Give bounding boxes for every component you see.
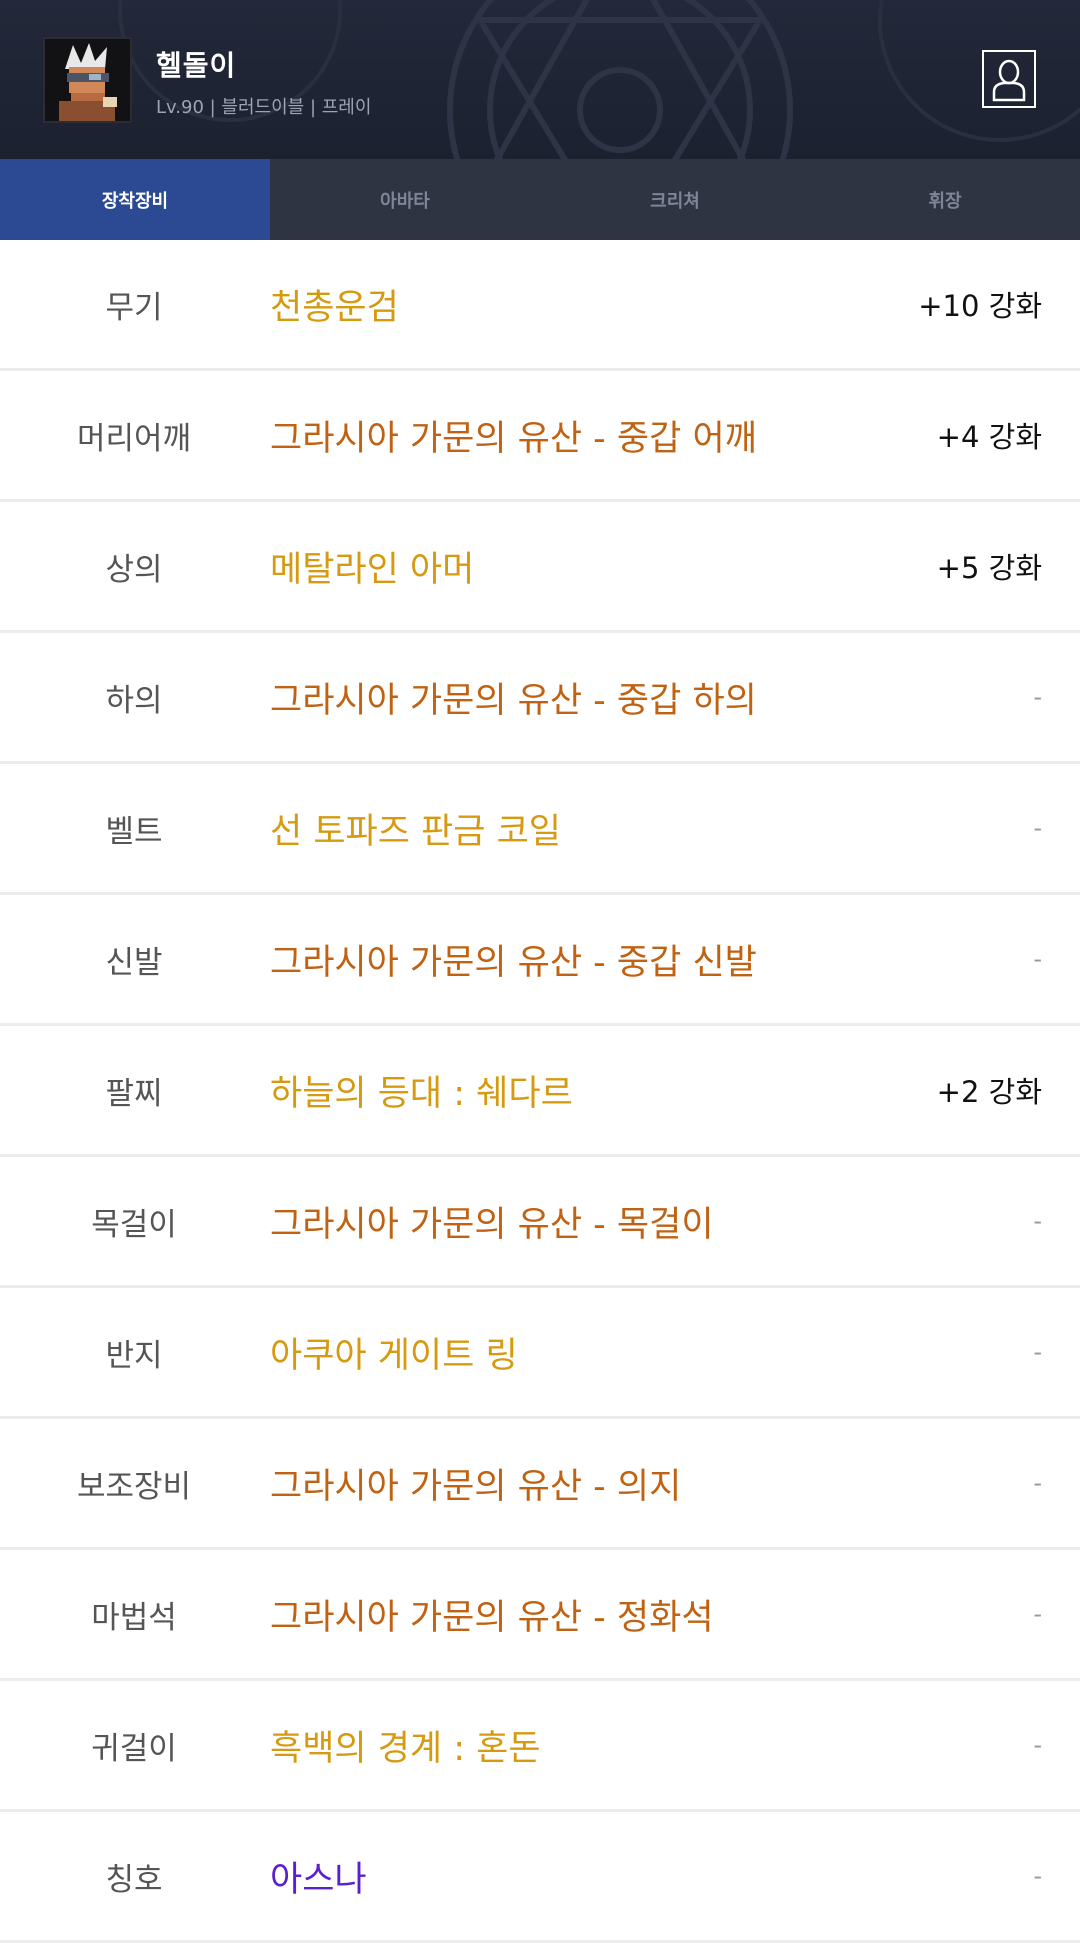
- equipment-item-name[interactable]: 흑백의 경계 : 혼돈: [270, 1681, 541, 1809]
- equipment-row: 반지 아쿠아 게이트 링 -: [0, 1288, 1080, 1419]
- equipment-enhance-level: -: [1033, 1862, 1042, 1890]
- equipment-slot-label: 벨트: [105, 813, 163, 850]
- equipment-slot-label: 마법석: [91, 1599, 177, 1636]
- equipment-enhance-level: +5 강화: [936, 551, 1042, 585]
- equipment-enhance-level: +2 강화: [936, 1075, 1042, 1109]
- equipment-slot-label: 칭호: [105, 1861, 163, 1898]
- equipment-row: 하의 그라시아 가문의 유산 - 중갑 하의 -: [0, 633, 1080, 764]
- equipment-list: 무기 천총운검 +10 강화머리어깨 그라시아 가문의 유산 - 중갑 어깨 +4 강화…: [0, 240, 1080, 1943]
- equipment-slot-label: 목걸이: [91, 1206, 177, 1243]
- equipment-enhance-level: -: [1033, 1731, 1042, 1759]
- equipment-row: 팔찌 하늘의 등대 : 쉐다르 +2 강화: [0, 1026, 1080, 1157]
- equipment-slot-label: 신발: [105, 944, 163, 981]
- equipment-slot-label: 머리어깨: [76, 420, 192, 457]
- tab-creature[interactable]: 크리쳐: [540, 159, 810, 240]
- equipment-row: 보조장비 그라시아 가문의 유산 - 의지 -: [0, 1419, 1080, 1550]
- equipment-enhance-level: -: [1033, 1469, 1042, 1497]
- equipment-item-name[interactable]: 그라시아 가문의 유산 - 중갑 신발: [270, 895, 757, 1023]
- equipment-slot-label: 반지: [105, 1337, 163, 1374]
- equipment-enhance-level: -: [1033, 1207, 1042, 1235]
- equipment-row: 상의 메탈라인 아머 +5 강화: [0, 502, 1080, 633]
- equipment-enhance-level: -: [1033, 945, 1042, 973]
- equipment-enhance-level: +10 강화: [918, 289, 1042, 323]
- tab-insignia[interactable]: 휘장: [810, 159, 1080, 240]
- character-name: 헬돌이: [156, 49, 237, 82]
- equipment-enhance-level: -: [1033, 1338, 1042, 1366]
- equipment-row: 머리어깨 그라시아 가문의 유산 - 중갑 어깨 +4 강화: [0, 371, 1080, 502]
- character-info: Lv.90 | 블러드이블 | 프레이: [156, 97, 372, 118]
- tab-avatar[interactable]: 아바타: [270, 159, 540, 240]
- tab-equipped[interactable]: 장착장비: [0, 159, 270, 240]
- profile-button[interactable]: [982, 50, 1036, 108]
- equipment-item-name[interactable]: 그라시아 가문의 유산 - 의지: [270, 1419, 681, 1547]
- equipment-enhance-level: +4 강화: [936, 420, 1042, 454]
- equipment-row: 마법석 그라시아 가문의 유산 - 정화석 -: [0, 1550, 1080, 1681]
- character-header: 헬돌이 Lv.90 | 블러드이블 | 프레이: [0, 0, 1080, 159]
- equipment-item-name[interactable]: 그라시아 가문의 유산 - 중갑 어깨: [270, 371, 757, 499]
- equipment-slot-label: 귀걸이: [91, 1730, 177, 1767]
- equipment-row: 신발 그라시아 가문의 유산 - 중갑 신발 -: [0, 895, 1080, 1026]
- equipment-enhance-level: -: [1033, 814, 1042, 842]
- equipment-slot-label: 무기: [105, 289, 163, 326]
- equipment-enhance-level: -: [1033, 683, 1042, 711]
- equipment-row: 무기 천총운검 +10 강화: [0, 240, 1080, 371]
- equipment-row: 벨트 선 토파즈 판금 코일 -: [0, 764, 1080, 895]
- equipment-item-name[interactable]: 그라시아 가문의 유산 - 정화석: [270, 1550, 714, 1678]
- equipment-slot-label: 하의: [105, 682, 163, 719]
- equipment-tabs: 장착장비 아바타 크리쳐 휘장: [0, 159, 1080, 240]
- person-profile-icon: [992, 59, 1026, 102]
- character-avatar[interactable]: [43, 37, 132, 123]
- equipment-enhance-level: -: [1033, 1600, 1042, 1628]
- equipment-item-name[interactable]: 하늘의 등대 : 쉐다르: [270, 1026, 573, 1154]
- equipment-slot-label: 팔찌: [105, 1075, 163, 1112]
- character-portrait-icon: [45, 39, 130, 121]
- equipment-item-name[interactable]: 천총운검: [270, 240, 399, 368]
- equipment-item-name[interactable]: 메탈라인 아머: [270, 502, 474, 630]
- equipment-item-name[interactable]: 그라시아 가문의 유산 - 목걸이: [270, 1157, 714, 1285]
- equipment-item-name[interactable]: 그라시아 가문의 유산 - 중갑 하의: [270, 633, 757, 761]
- equipment-slot-label: 상의: [105, 551, 163, 588]
- equipment-item-name[interactable]: 아쿠아 게이트 링: [270, 1288, 518, 1416]
- equipment-row: 목걸이 그라시아 가문의 유산 - 목걸이 -: [0, 1157, 1080, 1288]
- equipment-item-name[interactable]: 선 토파즈 판금 코일: [270, 764, 561, 892]
- equipment-row: 칭호 아스나 -: [0, 1812, 1080, 1943]
- equipment-row: 귀걸이 흑백의 경계 : 혼돈 -: [0, 1681, 1080, 1812]
- equipment-item-name[interactable]: 아스나: [270, 1812, 367, 1940]
- equipment-slot-label: 보조장비: [76, 1468, 192, 1505]
